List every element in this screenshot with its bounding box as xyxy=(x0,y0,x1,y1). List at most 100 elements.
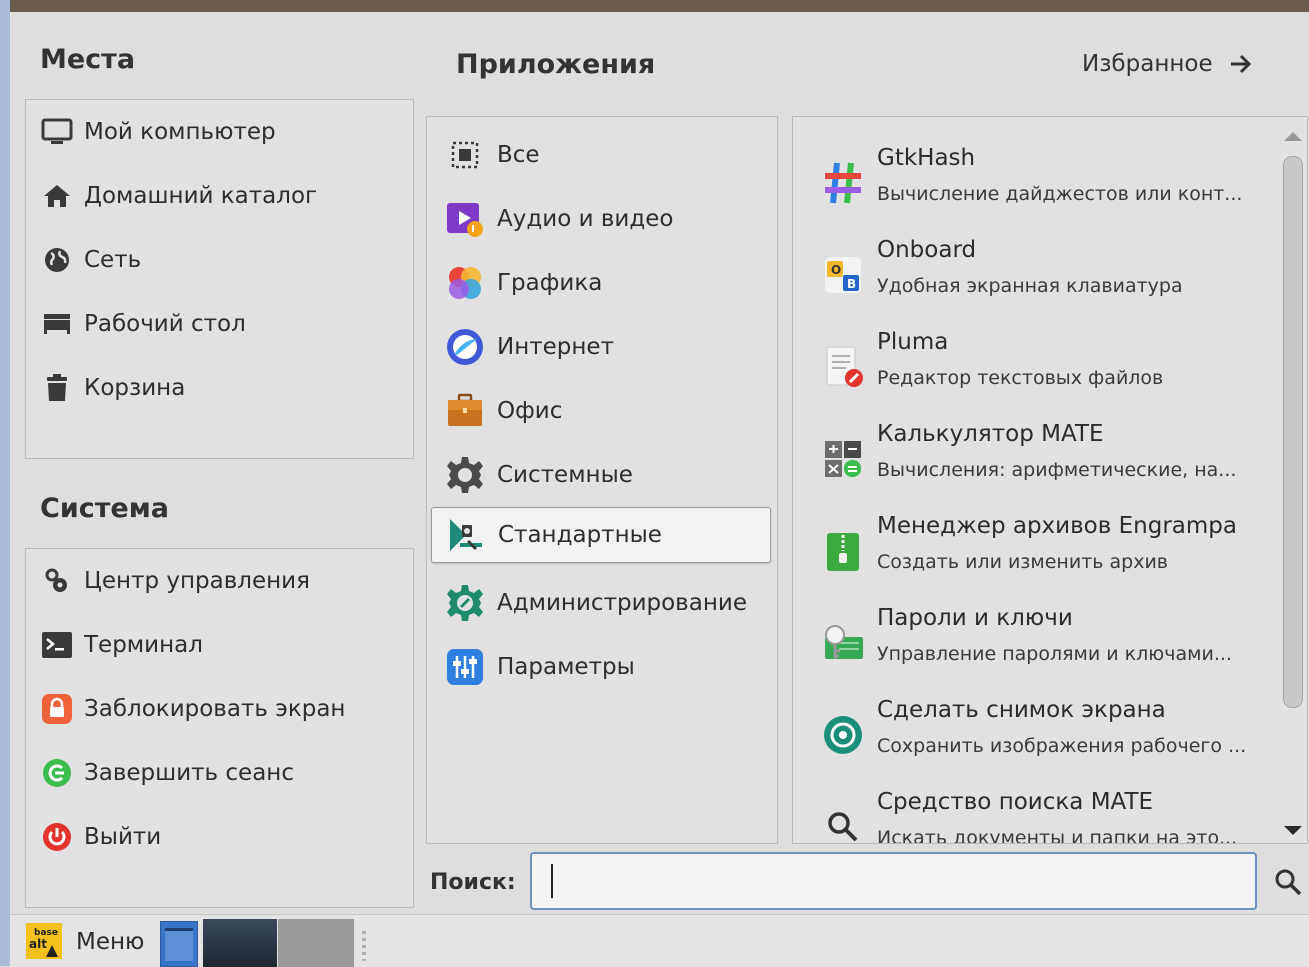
places-panel: Мой компьютер Домашний каталог Сеть Рабо… xyxy=(25,99,414,459)
app-name: Средство поиска MATE xyxy=(877,789,1154,815)
app-item-calculator[interactable]: Калькулятор MATE Вычисления: арифметичес… xyxy=(793,415,1263,507)
search-icon xyxy=(1275,869,1302,896)
app-item-passwords-keys[interactable]: Пароли и ключи Управление паролями и клю… xyxy=(793,599,1263,691)
administration-icon xyxy=(445,583,485,623)
svg-text:B: B xyxy=(847,277,856,291)
taskbar-window-button[interactable] xyxy=(160,921,198,967)
favorites-button[interactable]: Избранное xyxy=(1082,50,1255,78)
category-all[interactable]: Все xyxy=(431,127,771,183)
all-grid-icon xyxy=(445,135,485,175)
onboard-icon: OB xyxy=(821,253,865,297)
category-label: Стандартные xyxy=(498,522,662,548)
power-icon xyxy=(40,822,74,852)
preferences-icon xyxy=(445,647,485,687)
taskbar-workspace-2[interactable] xyxy=(278,919,354,967)
taskbar-menu-button[interactable]: Меню xyxy=(76,929,144,955)
system-panel: Центр управления Терминал Заблокировать … xyxy=(25,548,414,908)
app-name: Менеджер архивов Engrampa xyxy=(877,513,1237,539)
places-heading: Места xyxy=(40,44,136,75)
apps-list: GtkHash Вычисление дайджестов или конт..… xyxy=(793,117,1273,843)
alt-linux-logo-icon[interactable]: base alt xyxy=(26,923,62,959)
category-label: Графика xyxy=(497,270,603,296)
app-description: Сохранить изображения рабочего ... xyxy=(877,735,1247,757)
category-accessories[interactable]: Стандартные xyxy=(431,507,771,563)
system-item-control-center[interactable]: Центр управления xyxy=(26,559,411,603)
place-label: Сеть xyxy=(84,247,142,273)
category-label: Офис xyxy=(497,398,563,424)
app-description: Управление паролями и ключами... xyxy=(877,643,1232,665)
system-label: Заблокировать экран xyxy=(84,696,346,722)
category-label: Администрирование xyxy=(497,590,747,616)
system-heading: Система xyxy=(40,493,169,524)
place-item-network[interactable]: Сеть xyxy=(26,238,411,282)
system-label: Центр управления xyxy=(84,568,310,594)
app-description: Удобная экранная клавиатура xyxy=(877,275,1183,297)
terminal-icon xyxy=(40,630,74,660)
scroll-thumb[interactable] xyxy=(1283,156,1303,708)
scroll-down-arrow-icon[interactable] xyxy=(1284,826,1302,835)
app-description: Вычисления: арифметические, на... xyxy=(877,459,1237,481)
left-desktop-edge xyxy=(0,0,10,966)
category-internet[interactable]: Интернет xyxy=(431,319,771,375)
system-item-lock-screen[interactable]: Заблокировать экран xyxy=(26,687,411,731)
system-item-logout[interactable]: Завершить сеанс xyxy=(26,751,411,795)
app-item-pluma[interactable]: Pluma Редактор текстовых файлов xyxy=(793,323,1263,415)
home-icon xyxy=(40,181,74,211)
place-label: Корзина xyxy=(84,375,186,401)
apps-scrollbar[interactable] xyxy=(1278,120,1308,850)
svg-text:O: O xyxy=(831,263,841,277)
taskbar: base alt Меню xyxy=(10,914,1309,967)
app-item-search-tool[interactable]: Средство поиска MATE Искать документы и … xyxy=(793,783,1263,843)
category-label: Аудио и видео xyxy=(497,206,674,232)
place-item-computer[interactable]: Мой компьютер xyxy=(26,110,411,154)
system-gear-icon xyxy=(445,455,485,495)
app-name: Pluma xyxy=(877,329,949,355)
category-multimedia[interactable]: Аудио и видео xyxy=(431,191,771,247)
app-item-gtkhash[interactable]: GtkHash Вычисление дайджестов или конт..… xyxy=(793,139,1263,231)
scroll-up-arrow-icon[interactable] xyxy=(1284,132,1302,141)
system-label: Выйти xyxy=(84,824,162,850)
text-cursor xyxy=(551,864,553,898)
app-name: Калькулятор MATE xyxy=(877,421,1104,447)
category-office[interactable]: Офис xyxy=(431,383,771,439)
place-label: Рабочий стол xyxy=(84,311,246,337)
logo-text-bottom: alt xyxy=(29,937,47,951)
search-input[interactable] xyxy=(530,852,1257,910)
system-item-terminal[interactable]: Терминал xyxy=(26,623,411,667)
graphics-icon xyxy=(445,263,485,303)
categories-panel: Все Аудио и видео Графика Интернет Офис xyxy=(426,116,778,844)
category-system[interactable]: Системные xyxy=(431,447,771,503)
accessories-icon xyxy=(446,515,486,555)
apps-panel: GtkHash Вычисление дайджестов или конт..… xyxy=(792,116,1308,844)
app-description: Редактор текстовых файлов xyxy=(877,367,1164,389)
search-button[interactable] xyxy=(1268,862,1308,902)
system-label: Завершить сеанс xyxy=(84,760,294,786)
control-center-icon xyxy=(40,566,74,596)
category-label: Параметры xyxy=(497,654,635,680)
taskbar-workspace-1[interactable] xyxy=(203,919,277,967)
app-description: Создать или изменить архив xyxy=(877,551,1169,573)
app-item-onboard[interactable]: OB Onboard Удобная экранная клавиатура xyxy=(793,231,1263,323)
logout-icon xyxy=(40,758,74,788)
app-description: Вычисление дайджестов или конт... xyxy=(877,183,1243,205)
category-administration[interactable]: Администрирование xyxy=(431,575,771,631)
app-name: Сделать снимок экрана xyxy=(877,697,1166,723)
app-item-engrampa[interactable]: Менеджер архивов Engrampa Создать или из… xyxy=(793,507,1263,599)
desktop-icon xyxy=(40,309,74,339)
place-item-trash[interactable]: Корзина xyxy=(26,366,411,410)
category-graphics[interactable]: Графика xyxy=(431,255,771,311)
computer-icon xyxy=(40,117,74,147)
place-item-desktop[interactable]: Рабочий стол xyxy=(26,302,411,346)
place-label: Домашний каталог xyxy=(84,183,318,209)
arrow-right-icon xyxy=(1230,54,1251,74)
archive-icon xyxy=(821,529,865,573)
app-name: Пароли и ключи xyxy=(877,605,1073,631)
app-item-screenshot[interactable]: Сделать снимок экрана Сохранить изображе… xyxy=(793,691,1263,783)
system-item-quit[interactable]: Выйти xyxy=(26,815,411,859)
category-preferences[interactable]: Параметры xyxy=(431,639,771,695)
app-name: GtkHash xyxy=(877,145,976,171)
search-label: Поиск: xyxy=(430,870,516,895)
place-item-home[interactable]: Домашний каталог xyxy=(26,174,411,218)
category-label: Интернет xyxy=(497,334,614,360)
taskbar-drag-handle[interactable] xyxy=(362,931,366,961)
